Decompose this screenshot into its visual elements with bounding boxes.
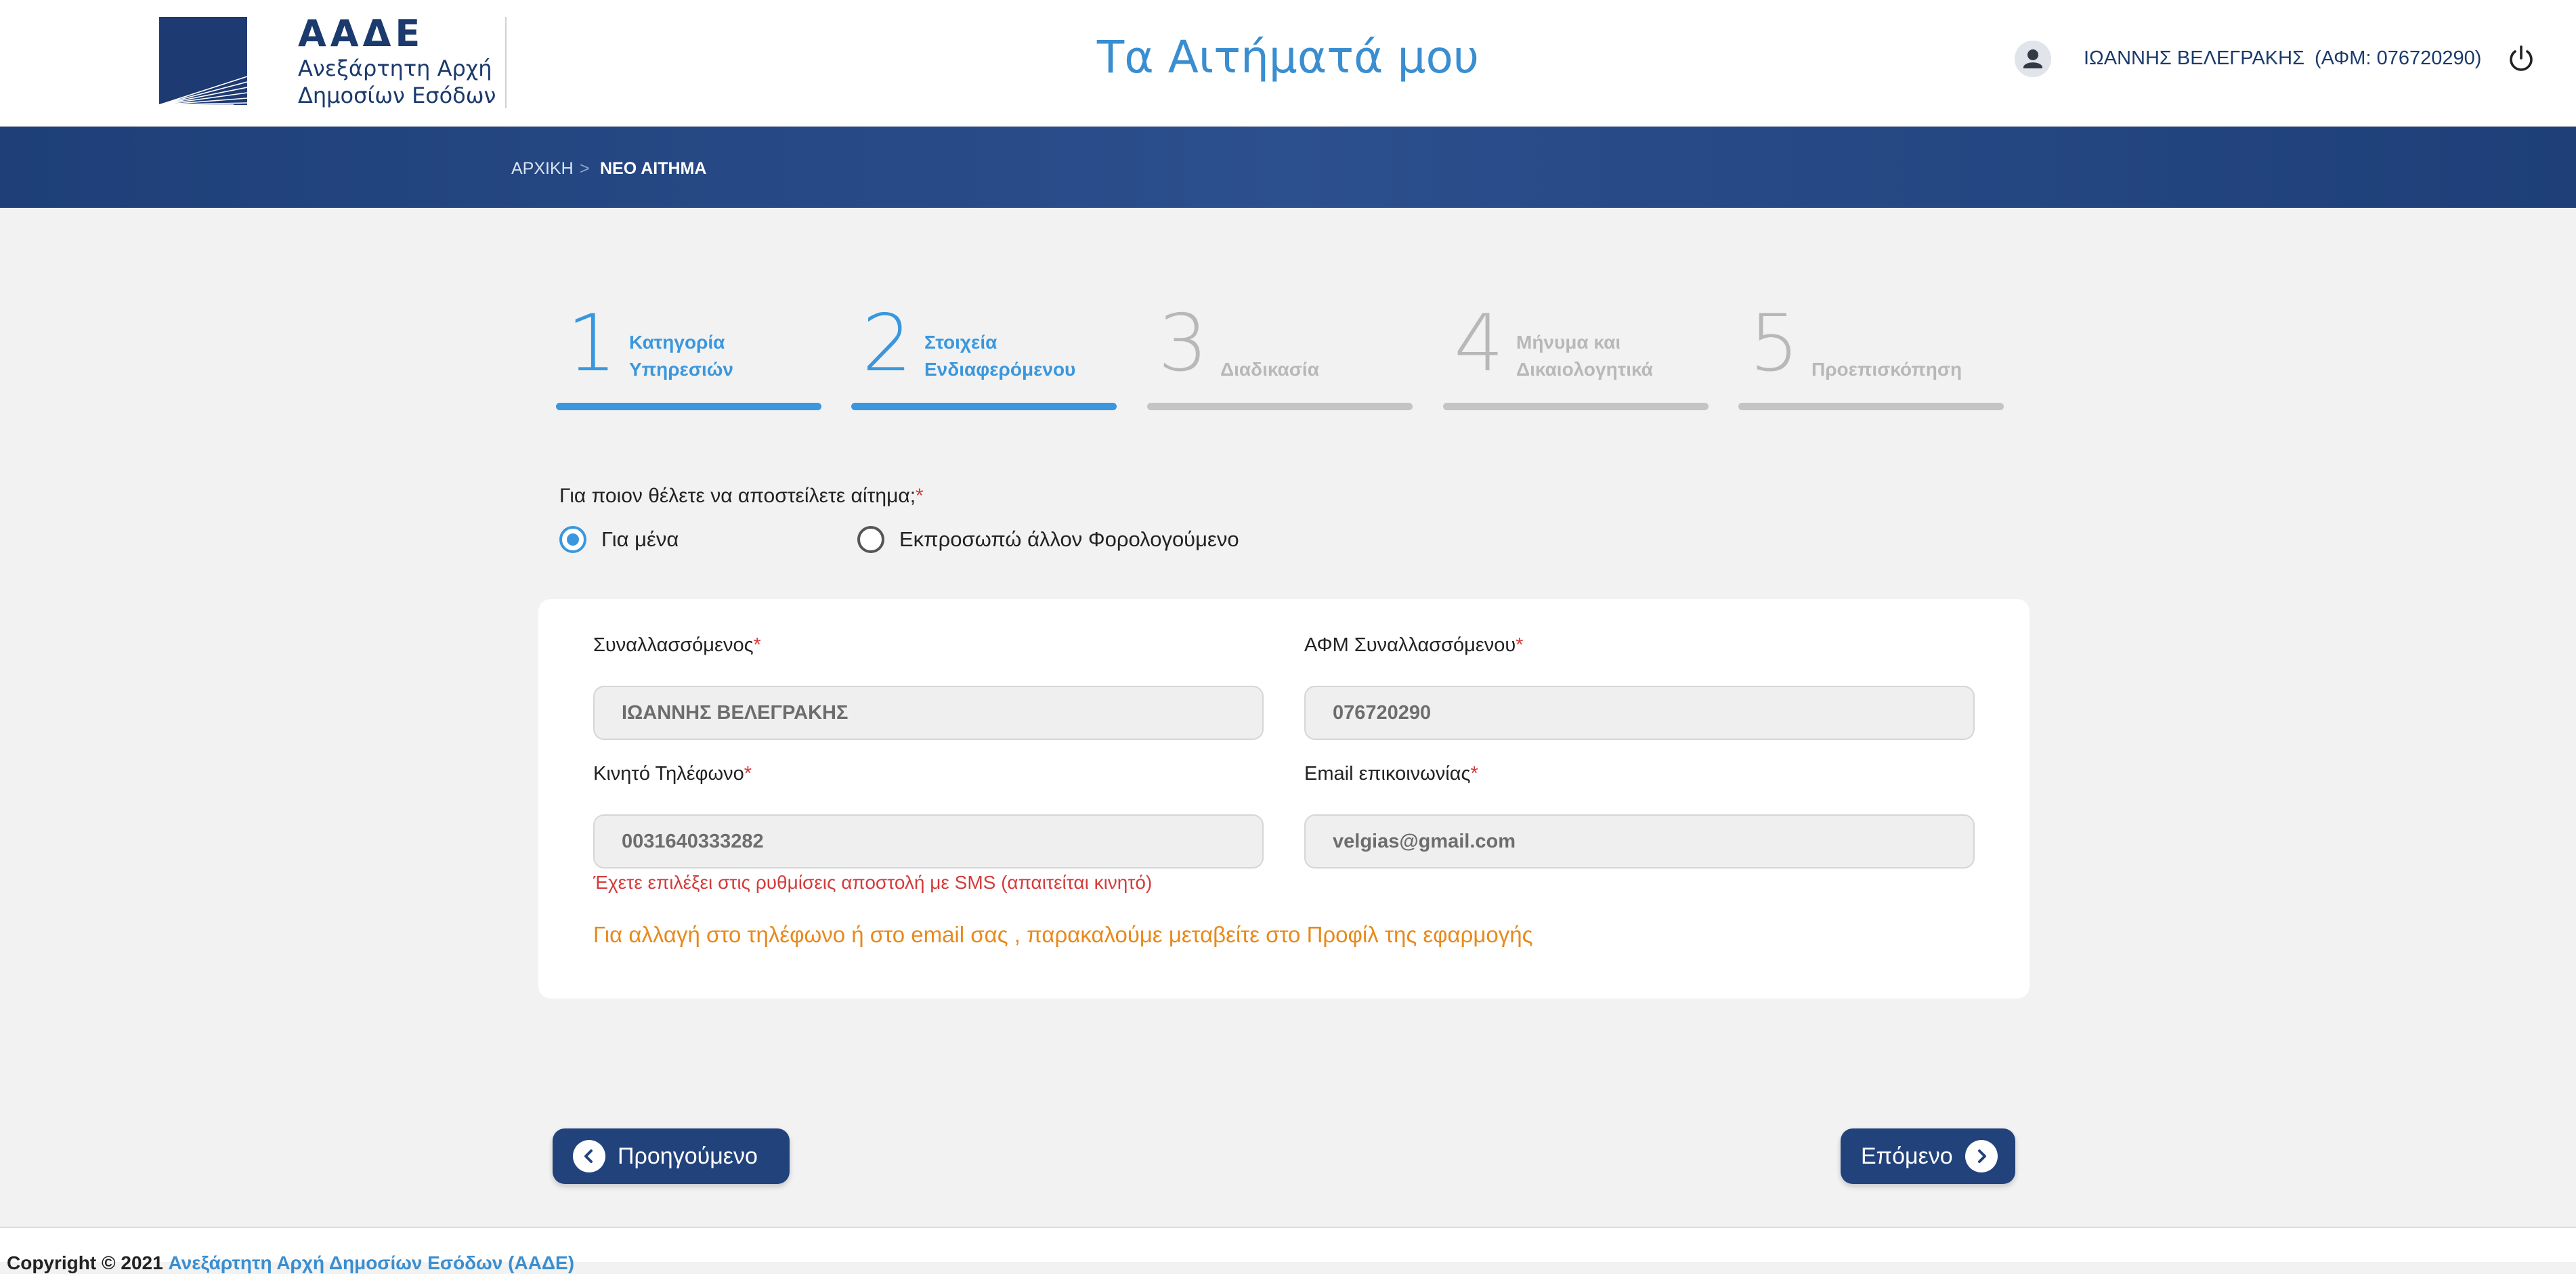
- name-field[interactable]: [593, 686, 1264, 740]
- email-field[interactable]: [1304, 814, 1975, 869]
- breadcrumb: ΑΡΧΙΚΗ > ΝΕΟ ΑΙΤΗΜΑ: [0, 127, 2576, 208]
- next-button[interactable]: Επόμενο: [1841, 1128, 2015, 1184]
- user-avatar-icon[interactable]: [2015, 41, 2051, 77]
- step-5-preview: 5 Προεπισκόπηση: [1738, 303, 2004, 410]
- footer-aade-link[interactable]: Ανεξάρτητη Αρχή Δημοσίων Εσόδων (ΑΑΔΕ): [168, 1252, 574, 1273]
- required-mark: *: [916, 485, 924, 507]
- step-number: 5: [1749, 298, 1799, 389]
- app-header: ΑΑΔΕ Ανεξάρτητη Αρχή Δημοσίων Εσόδων Τα …: [0, 0, 2576, 127]
- name-label-text: Συναλλασσόμενος: [593, 634, 754, 656]
- step-progress-bar: [1443, 403, 1709, 410]
- required-mark: *: [753, 634, 761, 656]
- logo-line-2: Δημοσίων Εσόδων: [298, 83, 496, 108]
- step-label: Διαδικασία: [1220, 359, 1319, 380]
- footer-copyright: Copyright © 2021 Ανεξάρτητη Αρχή Δημοσίω…: [7, 1252, 574, 1274]
- step-label: Στοιχεία Ενδιαφερόμενου: [924, 332, 1076, 380]
- phone-label-text: Κινητό Τηλέφωνο: [593, 763, 744, 785]
- radio-selected-icon[interactable]: [559, 526, 586, 553]
- previous-button[interactable]: Προηγούμενο: [553, 1128, 790, 1184]
- recipient-question-text: Για ποιον θέλετε να αποστείλετε αίτημα;: [559, 485, 916, 507]
- footer-copyright-text: Copyright © 2021: [7, 1252, 163, 1273]
- radio-for-me-label[interactable]: Για μένα: [601, 527, 679, 552]
- radio-represent-other[interactable]: Εκπροσωπώ άλλον Φορολογούμενο: [857, 525, 1239, 554]
- radio-for-me[interactable]: Για μένα: [559, 525, 679, 554]
- step-label: Μήνυμα και Δικαιολογητικά: [1516, 332, 1653, 380]
- step-progress-bar: [851, 403, 1117, 410]
- step-number: 1: [567, 298, 617, 389]
- afm-field-label: ΑΦΜ Συναλλασσόμενου*: [1304, 634, 1524, 657]
- chevron-left-icon: [573, 1140, 605, 1172]
- required-mark: *: [1516, 634, 1524, 656]
- previous-button-label: Προηγούμενο: [618, 1143, 758, 1169]
- step-progress-bar: [1147, 403, 1413, 410]
- recipient-question: Για ποιον θέλετε να αποστείλετε αίτημα;*: [559, 485, 924, 508]
- radio-unselected-icon[interactable]: [857, 526, 884, 553]
- taxpayer-details-card: Συναλλασσόμενος* ΑΦΜ Συναλλασσόμενου* Κι…: [538, 599, 2030, 998]
- phone-field[interactable]: [593, 814, 1264, 869]
- step-progress-bar: [1738, 403, 2004, 410]
- phone-field-label: Κινητό Τηλέφωνο*: [593, 763, 752, 785]
- afm-label-text: ΑΦΜ Συναλλασσόμενου: [1304, 634, 1516, 656]
- user-afm: (ΑΦΜ: 076720290): [2315, 47, 2482, 69]
- required-mark: *: [744, 763, 752, 785]
- step-label: Προεπισκόπηση: [1811, 359, 1962, 380]
- step-2-interested-party[interactable]: 2 Στοιχεία Ενδιαφερόμενου: [851, 303, 1117, 410]
- email-field-label: Email επικοινωνίας*: [1304, 763, 1478, 785]
- step-1-category[interactable]: 1 Κατηγορία Υπηρεσιών: [556, 303, 821, 410]
- name-field-label: Συναλλασσόμενος*: [593, 634, 761, 657]
- breadcrumb-home-link[interactable]: ΑΡΧΙΚΗ: [511, 159, 574, 179]
- user-name: ΙΩΑΝΝΗΣ ΒΕΛΕΓΡΑΚΗΣ: [2084, 47, 2305, 69]
- step-number: 2: [862, 298, 912, 389]
- step-number: 3: [1158, 298, 1208, 389]
- step-number: 4: [1454, 298, 1504, 389]
- next-button-label: Επόμενο: [1861, 1143, 1953, 1169]
- breadcrumb-separator: >: [580, 159, 590, 178]
- radio-represent-other-label[interactable]: Εκπροσωπώ άλλον Φορολογούμενο: [899, 527, 1239, 552]
- step-label: Κατηγορία Υπηρεσιών: [629, 332, 733, 380]
- page-footer: Copyright © 2021 Ανεξάρτητη Αρχή Δημοσίω…: [0, 1227, 2576, 1273]
- breadcrumb-current: ΝΕΟ ΑΙΤΗΜΑ: [600, 159, 707, 178]
- profile-change-note: Για αλλαγή στο τηλέφωνο ή στο email σας …: [593, 922, 1533, 947]
- logout-power-icon[interactable]: [2506, 43, 2537, 74]
- sms-warning-text: Έχετε επιλέξει στις ρυθμίσεις αποστολή μ…: [593, 872, 1153, 893]
- chevron-right-icon: [1965, 1140, 1998, 1172]
- email-label-text: Email επικοινωνίας: [1304, 763, 1471, 785]
- required-mark: *: [1470, 763, 1478, 785]
- step-4-message-documents: 4 Μήνυμα και Δικαιολογητικά: [1443, 303, 1709, 410]
- afm-field[interactable]: [1304, 686, 1975, 740]
- step-progress-bar: [556, 403, 821, 410]
- step-3-procedure: 3 Διαδικασία: [1147, 303, 1413, 410]
